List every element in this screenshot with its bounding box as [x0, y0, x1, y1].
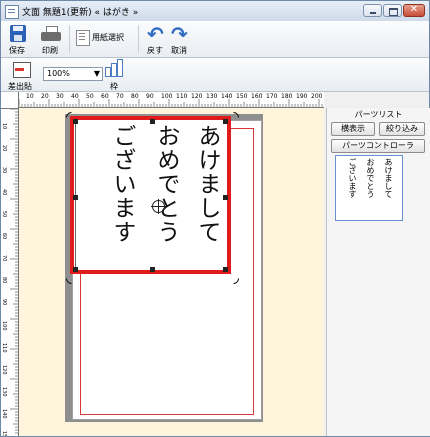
zoom-select[interactable]: 100% ▼ [43, 67, 103, 81]
ruler-h-label: 10 [26, 93, 34, 100]
ruler-h-label: 160 [251, 93, 263, 100]
canvas-area[interactable]: あけまして おめでとう ございます [19, 108, 324, 436]
paper-select-button[interactable]: 用紙選択 [76, 30, 136, 46]
zoom-value: 100% [47, 69, 70, 78]
ruler-h-label: 90 [146, 93, 154, 100]
resize-handle-right[interactable] [223, 195, 228, 200]
ruler-v-label: 40 [1, 189, 7, 195]
ruler-h-label: 120 [191, 93, 203, 100]
ruler-h-label: 50 [86, 93, 94, 100]
redo-icon: ↷ [171, 22, 188, 46]
close-icon: ✕ [409, 4, 419, 15]
secondary-toolbar: 差出貼 100% ▼ 枠 [1, 58, 429, 92]
ruler-v-label: 90 [1, 299, 7, 305]
ruler-v-label: 70 [1, 255, 7, 261]
paper-icon [76, 30, 90, 46]
save-button[interactable]: 保存 [2, 23, 32, 55]
ruler-h-label: 170 [266, 93, 278, 100]
selection-frame[interactable] [70, 116, 231, 274]
ruler-h-label: 200 [311, 93, 323, 100]
thumb-line-1: あけまして [384, 158, 393, 198]
parts-panel: パーツリスト 横表示 絞り込み パーツコントローラ あけまして おめでとう ござ… [326, 108, 430, 436]
ruler-h-label: 40 [71, 93, 79, 100]
ruler-v-label: 50 [1, 211, 7, 217]
toolbar-divider [69, 25, 70, 53]
resize-handle-bottom-left[interactable] [73, 267, 78, 272]
ruler-h-label: 30 [56, 93, 64, 100]
cancel-label: 取消 [171, 46, 187, 55]
ruler-corner [1, 92, 19, 109]
frame-label: 枠 [110, 82, 118, 91]
ruler-h-label: 110 [176, 93, 188, 100]
horizontal-ruler-ticks: 10 20 30 40 50 60 70 80 90 100 110 120 130 140 150 160 1… [18, 93, 323, 107]
ruler-v-label: 110 [1, 343, 7, 353]
ruler-h-label: 20 [41, 93, 49, 100]
print-icon [41, 26, 61, 42]
horizontal-ruler: 10 20 30 40 50 60 70 80 90 100 110 120 130 140 150 160 1… [1, 92, 324, 108]
ruler-v-label: 80 [1, 277, 7, 283]
close-button[interactable]: ✕ [403, 4, 425, 17]
ruler-v-label: 100 [1, 321, 7, 331]
ruler-h-label: 150 [236, 93, 248, 100]
ruler-h-label: 130 [206, 93, 218, 100]
ruler-v-label: 60 [1, 233, 7, 239]
frame-button[interactable]: 枠 [99, 59, 129, 91]
print-button[interactable]: 印刷 [35, 23, 65, 55]
vertical-ruler-ticks: 10 20 30 40 50 60 70 80 90 100 110 120 130 140 150 [1, 108, 18, 436]
part-thumbnail[interactable]: あけまして おめでとう ございます [335, 155, 403, 221]
save-icon [10, 25, 26, 42]
ruler-v-label: 130 [1, 387, 7, 397]
ruler-h-label: 190 [296, 93, 308, 100]
ruler-v-label: 10 [1, 123, 7, 129]
parts-controller-button[interactable]: パーツコントローラ [331, 139, 425, 153]
maximize-button[interactable] [383, 4, 402, 17]
resize-handle-top[interactable] [150, 119, 155, 124]
ruler-v-label: 150 [1, 431, 7, 436]
print-label: 印刷 [42, 46, 58, 55]
resize-handle-bottom[interactable] [150, 267, 155, 272]
main-toolbar: 保存 印刷 用紙選択 ↶ 戻す ↷ 取消 [1, 21, 429, 58]
title-bar: 文面 無題1(更新) « はがき » ✕ [1, 1, 429, 22]
ruler-v-label: 120 [1, 365, 7, 375]
thumb-line-3: ございます [348, 158, 357, 198]
filter-button[interactable]: 絞り込み [379, 122, 425, 136]
minimize-button[interactable] [363, 4, 382, 17]
save-label: 保存 [9, 46, 25, 55]
ruler-h-label: 80 [131, 93, 139, 100]
vertical-ruler: 10 20 30 40 50 60 70 80 90 100 110 120 130 140 150 [1, 92, 19, 436]
app-window: 文面 無題1(更新) « はがき » ✕ 保存 印刷 用紙選択 ↶ 戻す ↷ 取… [0, 0, 430, 437]
insert-sender-button[interactable]: 差出貼 [5, 59, 35, 91]
ruler-h-label: 100 [161, 93, 173, 100]
insert-sender-label: 差出貼 [8, 82, 32, 91]
sender-insert-icon [13, 62, 31, 78]
ruler-v-label: 30 [1, 167, 7, 173]
thumb-line-2: おめでとう [366, 158, 375, 198]
parts-panel-title: パーツリスト [354, 110, 403, 119]
cancel-button[interactable]: ↷ 取消 [164, 23, 194, 55]
ruler-v-label: 140 [1, 409, 7, 419]
ruler-h-label: 60 [101, 93, 109, 100]
horizontal-display-button[interactable]: 横表示 [331, 122, 375, 136]
ruler-v-label: 20 [1, 145, 7, 151]
toolbar-divider [138, 25, 139, 53]
ruler-h-label: 180 [281, 93, 293, 100]
app-icon [5, 5, 19, 19]
frame-icon [103, 59, 123, 77]
resize-handle-bottom-right[interactable] [223, 267, 228, 272]
ruler-h-label: 70 [116, 93, 124, 100]
window-title: 文面 無題1(更新) « はがき » [22, 8, 139, 18]
ruler-h-label: 140 [221, 93, 233, 100]
undo-icon: ↶ [147, 22, 164, 46]
paper-select-label: 用紙選択 [92, 33, 124, 42]
resize-handle-left[interactable] [73, 195, 78, 200]
